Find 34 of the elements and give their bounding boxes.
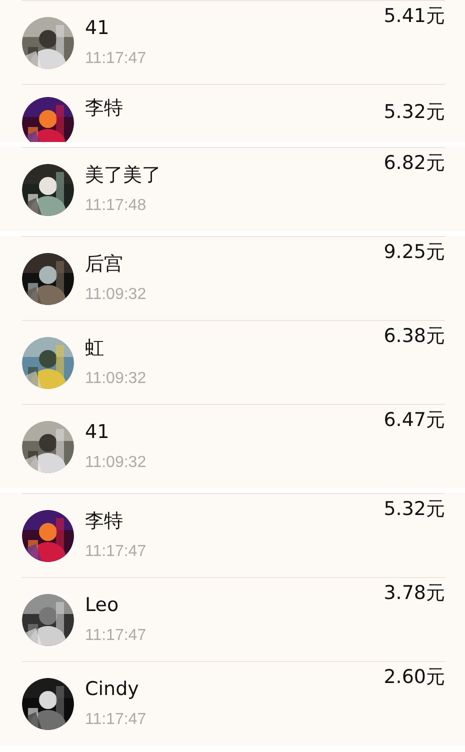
amount-text: 9.25元: [384, 241, 445, 263]
user-name: 美了美了: [85, 164, 162, 186]
time-text: 11:17:47: [85, 542, 148, 562]
user-name: Leo: [85, 594, 120, 616]
amount-text: 6.38元: [384, 325, 445, 347]
time-text: 11:09:32: [85, 284, 148, 304]
user-name: 41: [85, 420, 110, 442]
amount-text: 3.78元: [384, 582, 445, 604]
time-text: 11:17:47: [85, 48, 148, 68]
time-text: 11:09:32: [85, 452, 148, 472]
list-row[interactable]: 虹 11:09:32 6.38元: [22, 320, 445, 404]
user-name: Cindy: [85, 678, 140, 700]
list-row[interactable]: 后宫 11:09:32 9.25元: [22, 236, 445, 320]
list-row[interactable]: 美了美了 11:17:48 6.82元: [22, 147, 445, 231]
time-text: 11:17:47: [85, 626, 148, 646]
amount-text: 5.32元: [384, 498, 445, 520]
time-text: 11:09:32: [85, 368, 148, 388]
list-row[interactable]: Cindy 11:17:47 2.60元: [22, 661, 445, 745]
amount-text: 5.41元: [384, 5, 445, 27]
time-text: 11:17:48: [85, 196, 148, 216]
amount-text: 6.47元: [384, 409, 445, 431]
user-name: 后宫: [85, 252, 124, 274]
amount-text: 6.82元: [384, 152, 445, 174]
user-name: 李特: [85, 97, 124, 119]
user-name: 李特: [85, 510, 124, 532]
list-row[interactable]: Leo 11:17:47 3.78元: [22, 577, 445, 661]
amount-text: 5.32元: [384, 101, 445, 123]
list-row[interactable]: 李特 11:17:47 5.32元: [22, 493, 445, 577]
amount-text: 2.60元: [384, 666, 445, 688]
time-text: 11:17:47: [85, 710, 148, 730]
user-name: 41: [85, 16, 110, 38]
list-row[interactable]: 41 11:17:47 5.41元: [22, 0, 445, 84]
list-row[interactable]: 41 11:09:32 6.47元: [22, 404, 445, 488]
user-name: 虹: [85, 336, 105, 358]
